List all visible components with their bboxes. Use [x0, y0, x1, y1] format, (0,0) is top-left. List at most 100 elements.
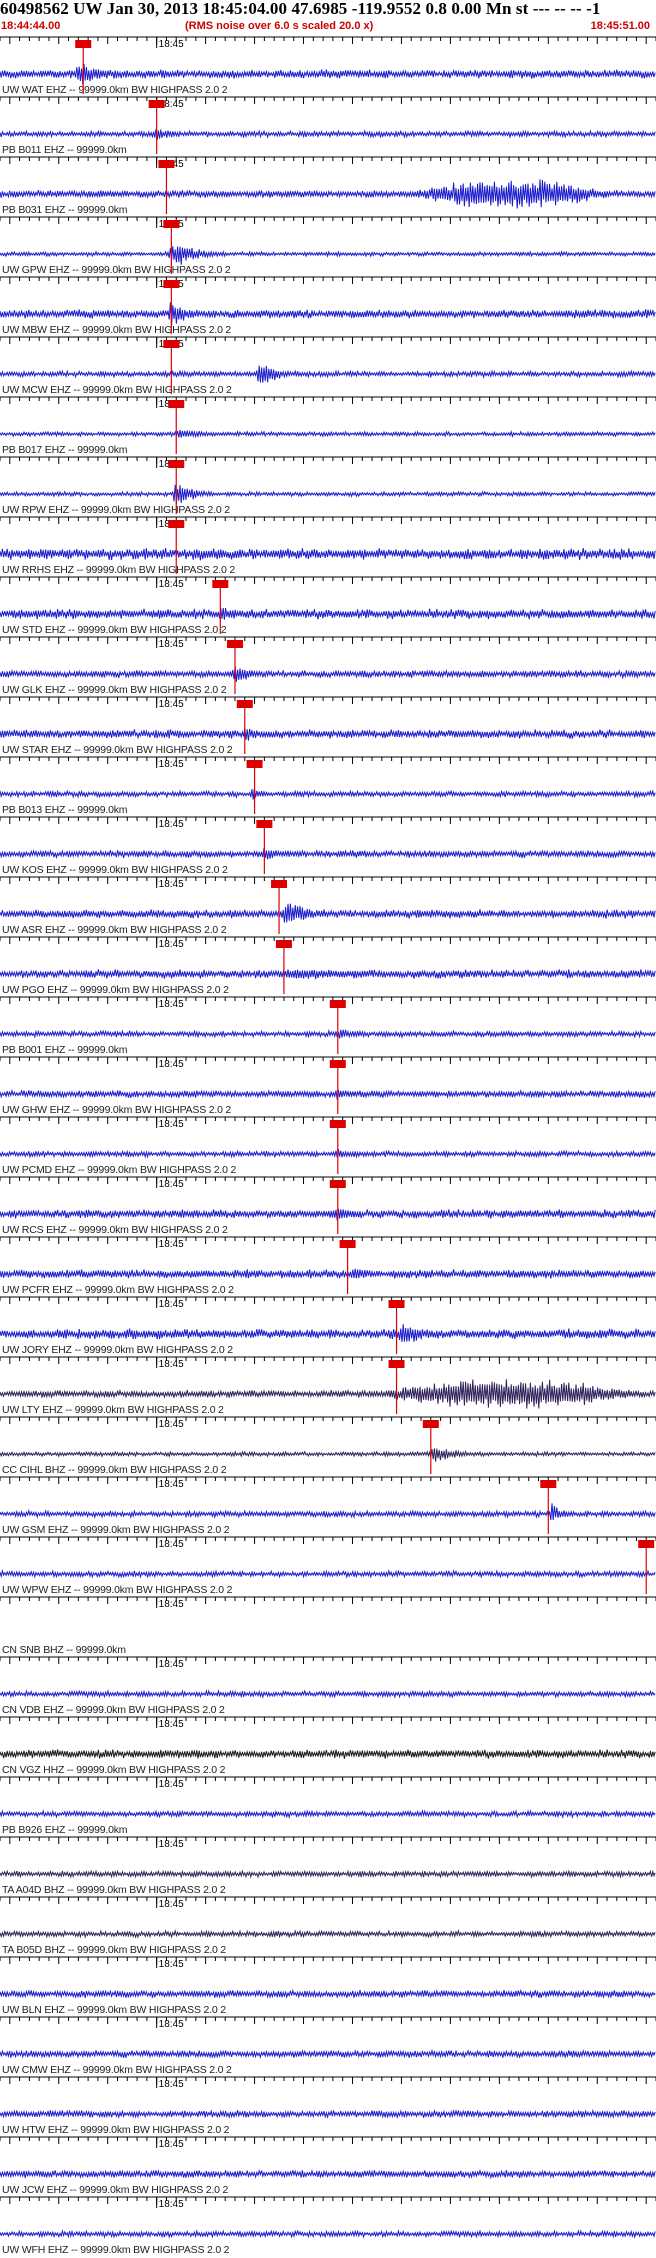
pick-flag [226, 640, 243, 648]
pick-flag [75, 40, 92, 48]
trace-label: UW STAR EHZ -- 99999.0km BW HIGHPASS 2.0… [2, 744, 233, 756]
waveform-trace [0, 1208, 656, 1221]
pick-flag [158, 160, 175, 168]
pick-flag [339, 1240, 356, 1248]
pick-flag [163, 220, 180, 228]
pick-flag [168, 460, 185, 468]
minute-tick-label: 18:45 [159, 2079, 184, 2090]
trace-label: UW HTW EHZ -- 99999.0km BW HIGHPASS 2.0 … [2, 2124, 230, 2136]
trace-label: TA A04D BHZ -- 99999.0km BW HIGHPASS 2.0… [2, 1884, 226, 1896]
minute-tick-label: 18:45 [159, 639, 184, 650]
minute-tick-label: 18:45 [159, 1059, 184, 1070]
trace-label: PB B031 EHZ -- 99999.0km [2, 204, 128, 216]
minute-tick-label: 18:45 [159, 2139, 184, 2150]
trace-label: UW RCS EHZ -- 99999.0km BW HIGHPASS 2.0 … [2, 1224, 228, 1236]
waveform-trace [0, 1029, 656, 1039]
minute-tick-label: 18:45 [159, 1779, 184, 1790]
waveform-trace [0, 246, 656, 265]
minute-tick-label: 18:45 [159, 1599, 184, 1610]
trace-label: UW WPW EHZ -- 99999.0km BW HIGHPASS 2.0 … [2, 1584, 233, 1596]
pick-flag [168, 520, 185, 528]
trace-label: UW STD EHZ -- 99999.0km BW HIGHPASS 2.0 … [2, 624, 227, 636]
waveform-trace [0, 1503, 656, 1521]
minute-tick-label: 18:45 [159, 1539, 184, 1550]
pick-flag [388, 1300, 405, 1308]
waveform-trace [0, 788, 656, 800]
trace-label: UW MCW EHZ -- 99999.0km BW HIGHPASS 2.0 … [2, 384, 232, 396]
trace-label: UW GSM EHZ -- 99999.0km BW HIGHPASS 2.0 … [2, 1524, 230, 1536]
minute-tick-label: 18:45 [159, 1479, 184, 1490]
minute-tick-label: 18:45 [159, 879, 184, 890]
waveform-trace [0, 1749, 656, 1759]
pick-flag [148, 100, 165, 108]
start-time: 18:44:44.00 [1, 20, 61, 32]
waveform-trace [0, 1809, 656, 1820]
waveform-trace [0, 1088, 656, 1100]
waveform-trace [0, 1324, 656, 1343]
waveform-trace [0, 548, 656, 561]
minute-tick-label: 18:45 [159, 699, 184, 710]
waveform-trace [0, 1689, 656, 1699]
waveform-trace [0, 666, 656, 682]
pick-flag [271, 880, 288, 888]
trace-label: UW JORY EHZ -- 99999.0km BW HIGHPASS 2.0… [2, 1344, 233, 1356]
pick-flag [329, 1120, 346, 1128]
minute-tick-label: 18:45 [159, 1299, 184, 1310]
minute-tick-label: 18:45 [159, 39, 184, 50]
pick-flag [256, 820, 273, 828]
waveform-trace [0, 1569, 656, 1579]
minute-tick-label: 18:45 [159, 1239, 184, 1250]
waveform-trace [0, 1988, 656, 1999]
trace-label: PB B011 EHZ -- 99999.0km [2, 144, 127, 156]
pick-flag [422, 1420, 439, 1428]
trace-label: UW PCMD EHZ -- 99999.0km BW HIGHPASS 2.0… [2, 1164, 236, 1176]
trace-label: UW ASR EHZ -- 99999.0km BW HIGHPASS 2.0 … [2, 924, 227, 936]
minute-tick-label: 18:45 [159, 1959, 184, 1970]
minute-tick-label: 18:45 [159, 1899, 184, 1910]
waveform-trace [0, 847, 656, 860]
trace-label: UW GHW EHZ -- 99999.0km BW HIGHPASS 2.0 … [2, 1104, 231, 1116]
waveform-trace [0, 608, 656, 620]
trace-label: UW BLN EHZ -- 99999.0km BW HIGHPASS 2.0 … [2, 2004, 226, 2016]
trace-label: UW CMW EHZ -- 99999.0km BW HIGHPASS 2.0 … [2, 2064, 232, 2076]
minute-tick-label: 18:45 [159, 1179, 184, 1190]
waveform-trace [0, 1929, 656, 1939]
trace-label: PB B926 EHZ -- 99999.0km [2, 1824, 128, 1836]
waveform-trace [0, 1149, 656, 1159]
trace-label: CN VDB EHZ -- 99999.0km BW HIGHPASS 2.0 … [2, 1704, 225, 1716]
minute-tick-label: 18:45 [159, 1659, 184, 1670]
minute-tick-label: 18:45 [159, 2019, 184, 2030]
trace-label: UW GLK EHZ -- 99999.0km BW HIGHPASS 2.0 … [2, 684, 227, 696]
trace-label: UW JCW EHZ -- 99999.0km BW HIGHPASS 2.0 … [2, 2184, 229, 2196]
pick-flag [163, 280, 180, 288]
event-title: 60498562 UW Jan 30, 2013 18:45:04.00 47.… [0, 0, 601, 18]
waveform-trace [0, 484, 656, 504]
pick-flag [246, 760, 263, 768]
pick-flag [540, 1480, 557, 1488]
pick-flag [236, 700, 253, 708]
pick-flag [638, 1540, 655, 1548]
waveform-trace [0, 302, 656, 326]
pick-flag [329, 1180, 346, 1188]
waveform-trace [0, 429, 656, 439]
trace-label: PB B001 EHZ -- 99999.0km [2, 1044, 128, 1056]
waveform-trace [0, 2229, 656, 2239]
minute-tick-label: 18:45 [159, 1419, 184, 1430]
seismogram-chart: 18:45 UW WAT EHZ -- 99999.0km BW HIGHPASS… [0, 36, 656, 2256]
pick-flag [388, 1360, 405, 1368]
minute-tick-label: 18:45 [159, 1359, 184, 1370]
waveform-trace [0, 63, 656, 85]
pick-flag [329, 1000, 346, 1008]
trace-label: UW PGO EHZ -- 99999.0km BW HIGHPASS 2.0 … [2, 984, 229, 996]
pick-flag [163, 340, 180, 348]
waveform-trace [0, 903, 656, 923]
waveform-trace [0, 727, 656, 741]
trace-label: UW WFH EHZ -- 99999.0km BW HIGHPASS 2.0 … [2, 2244, 230, 2256]
minute-tick-label: 18:45 [159, 819, 184, 830]
minute-tick-label: 18:45 [159, 2199, 184, 2210]
minute-tick-label: 18:45 [159, 1839, 184, 1850]
pick-flag [275, 940, 292, 948]
waveform-trace [0, 365, 656, 383]
trace-label: UW LTY EHZ -- 99999.0km BW HIGHPASS 2.0 … [2, 1404, 224, 1416]
pick-flag [168, 400, 185, 408]
